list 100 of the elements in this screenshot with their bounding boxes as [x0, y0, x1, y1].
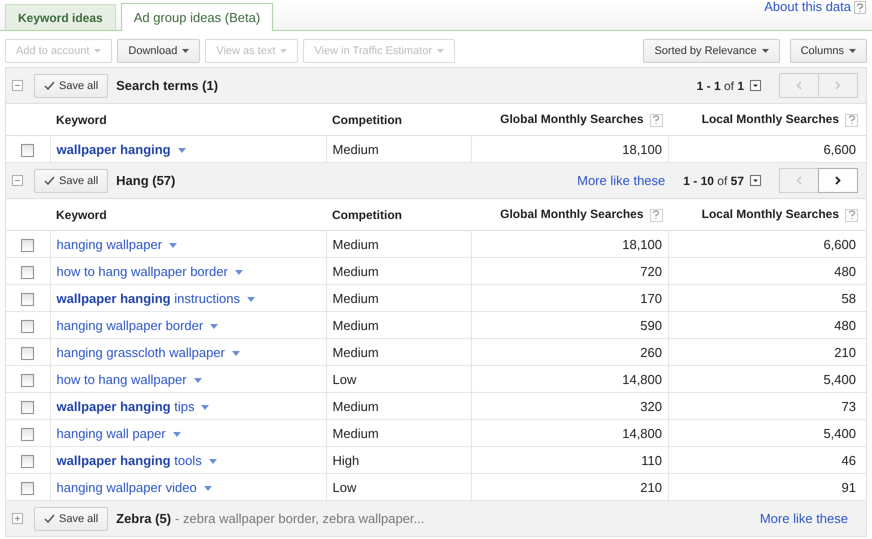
- check-icon: [44, 514, 55, 523]
- global-searches-cell: 14,800: [471, 420, 668, 446]
- caret-icon: [437, 49, 444, 53]
- global-searches-cell: 110: [471, 446, 668, 474]
- save-all-button[interactable]: Save all: [34, 74, 108, 98]
- row-checkbox[interactable]: [21, 374, 34, 387]
- row-checkbox[interactable]: [21, 482, 34, 495]
- competition-cell: Medium: [326, 420, 471, 446]
- help-icon[interactable]: [845, 208, 858, 222]
- row-checkbox[interactable]: [21, 400, 34, 414]
- dropdown-icon[interactable]: [750, 175, 761, 186]
- collapse-icon[interactable]: [12, 175, 23, 186]
- caret-icon: [280, 49, 288, 53]
- caret-icon[interactable]: [194, 378, 202, 383]
- competition-cell: Medium: [326, 284, 471, 312]
- column-header: Competition: [326, 199, 471, 230]
- row-checkbox[interactable]: [21, 428, 34, 441]
- next-page-button[interactable]: [818, 168, 858, 193]
- pager-range: 1 - 1 of 1: [696, 78, 744, 92]
- global-searches-cell: 720: [471, 258, 668, 284]
- toolbar-button[interactable]: Sorted by Relevance: [643, 39, 780, 63]
- keyword-link[interactable]: hanging wallpaper: [56, 236, 162, 252]
- caret-icon: [182, 49, 190, 53]
- row-checkbox[interactable]: [21, 292, 34, 306]
- chevron-left-icon: [796, 81, 802, 90]
- local-searches-cell: 480: [668, 312, 866, 338]
- toolbar-button[interactable]: Download: [117, 39, 200, 63]
- row-checkbox[interactable]: [21, 144, 34, 157]
- competition-cell: Medium: [326, 392, 471, 420]
- group-title: Hang (57): [116, 173, 176, 188]
- global-searches-cell: 18,100: [471, 230, 668, 258]
- keyword-link[interactable]: hanging wall paper: [56, 426, 166, 440]
- keyword-link[interactable]: wallpaper hanging tools: [56, 452, 202, 468]
- column-header: Competition: [326, 104, 471, 136]
- keyword-link[interactable]: wallpaper hanging instructions: [56, 290, 240, 306]
- keyword-link[interactable]: hanging grasscloth wallpaper: [56, 344, 225, 360]
- about-link[interactable]: About this data: [764, 0, 851, 14]
- keyword-link[interactable]: wallpaper hanging tips: [56, 398, 194, 414]
- tab[interactable]: Ad group ideas (Beta): [120, 3, 274, 31]
- chevron-right-icon: [835, 81, 841, 90]
- local-searches-cell: 6,600: [668, 230, 866, 258]
- competition-cell: Medium: [326, 338, 471, 366]
- caret-icon[interactable]: [172, 432, 181, 437]
- caret-icon: [849, 49, 856, 53]
- help-icon[interactable]: [854, 1, 866, 14]
- caret-icon: [762, 49, 769, 53]
- dropdown-icon[interactable]: [750, 80, 761, 91]
- caret-icon[interactable]: [169, 242, 178, 248]
- local-searches-cell: 5,400: [668, 420, 866, 446]
- save-all-button[interactable]: Save all: [34, 168, 108, 192]
- help-icon[interactable]: [650, 114, 662, 127]
- check-icon: [44, 81, 55, 90]
- row-checkbox[interactable]: [21, 266, 34, 279]
- caret-icon[interactable]: [247, 296, 255, 302]
- local-searches-cell: 58: [668, 284, 866, 312]
- local-searches-cell: 480: [668, 258, 866, 284]
- caret-icon[interactable]: [178, 148, 186, 153]
- global-searches-cell: 14,800: [471, 366, 668, 392]
- expand-icon[interactable]: [12, 513, 23, 524]
- global-searches-cell: 320: [471, 392, 668, 420]
- help-icon[interactable]: [650, 208, 662, 222]
- collapse-icon[interactable]: [12, 80, 23, 91]
- global-searches-cell: 260: [471, 338, 668, 366]
- column-header: Local Monthly Searches: [668, 104, 866, 136]
- row-checkbox[interactable]: [21, 346, 34, 360]
- toolbar-button[interactable]: Columns: [790, 39, 867, 63]
- help-icon[interactable]: [845, 114, 858, 127]
- caret-icon: [94, 49, 102, 53]
- chevron-left-icon: [796, 176, 802, 185]
- local-searches-cell: 73: [668, 392, 866, 420]
- group-title: Zebra (5): [116, 511, 172, 526]
- more-like-these-link[interactable]: More like these: [577, 173, 666, 188]
- caret-icon[interactable]: [210, 324, 218, 329]
- chevron-right-icon: [835, 176, 841, 185]
- keyword-link[interactable]: how to hang wallpaper border: [56, 264, 228, 278]
- keyword-link[interactable]: hanging wallpaper video: [56, 480, 197, 494]
- column-header: Global Monthly Searches: [471, 104, 668, 136]
- row-checkbox[interactable]: [21, 238, 34, 252]
- caret-icon[interactable]: [204, 486, 212, 491]
- global-searches-cell: 170: [471, 284, 668, 312]
- caret-icon[interactable]: [234, 270, 243, 275]
- column-header: Keyword: [50, 199, 326, 230]
- competition-cell: Medium: [326, 230, 471, 258]
- caret-icon[interactable]: [208, 458, 217, 464]
- row-checkbox[interactable]: [21, 454, 34, 468]
- keyword-link[interactable]: how to hang wallpaper: [56, 372, 187, 386]
- global-searches-cell: 590: [471, 312, 668, 338]
- save-all-button[interactable]: Save all: [34, 506, 108, 530]
- column-header: Keyword: [50, 104, 326, 136]
- row-checkbox[interactable]: [21, 320, 34, 333]
- local-searches-cell: 5,400: [668, 366, 866, 392]
- competition-cell: Medium: [326, 258, 471, 284]
- tab[interactable]: Keyword ideas: [5, 4, 116, 30]
- group-title: Search terms (1): [116, 78, 218, 93]
- keyword-link[interactable]: wallpaper hanging: [56, 142, 171, 156]
- caret-icon[interactable]: [232, 350, 240, 356]
- column-header: Global Monthly Searches: [471, 199, 668, 230]
- keyword-link[interactable]: hanging wallpaper border: [56, 318, 204, 332]
- caret-icon[interactable]: [201, 404, 210, 410]
- more-like-these-link[interactable]: More like these: [760, 511, 848, 526]
